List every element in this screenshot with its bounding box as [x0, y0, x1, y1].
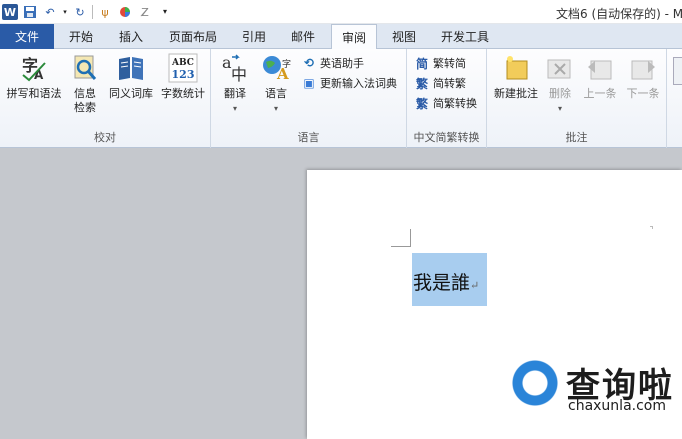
word-count-button[interactable]: ABC 123 字数统计	[158, 53, 208, 101]
word-count-label: 字数统计	[161, 87, 205, 100]
separator	[92, 5, 93, 19]
color-wheel-icon[interactable]	[117, 4, 133, 20]
chinese-conversion-label: 简繁转换	[433, 97, 477, 110]
previous-comment-label: 上一条	[583, 87, 617, 100]
watermark-logo-icon	[510, 358, 560, 408]
redo-icon[interactable]: ↻	[72, 4, 88, 20]
watermark-url: chaxunla.com	[568, 398, 666, 414]
thesaurus-label: 同义词库	[109, 87, 153, 100]
crop-mark-vertical	[410, 229, 411, 247]
language-button[interactable]: A字 语言 ▾	[257, 53, 295, 116]
translate-label: 翻译	[224, 87, 246, 100]
tab-references[interactable]: 引用	[236, 24, 272, 49]
quick-access-toolbar: W ↶ ▾ ↻ ψ Z̸ ▾	[2, 3, 173, 21]
previous-comment-icon	[585, 53, 615, 83]
thesaurus-book-icon	[116, 53, 146, 83]
english-assistant-button[interactable]: ⟲ 英语助手	[301, 55, 364, 71]
next-comment-icon	[628, 53, 658, 83]
language-group-label: 语言	[297, 131, 320, 144]
comments-group-label: 批注	[565, 131, 588, 144]
svg-text:中: 中	[231, 65, 247, 83]
simplified-to-traditional-label: 简转繁	[433, 77, 466, 90]
translate-dropdown-icon[interactable]: ▾	[233, 102, 237, 116]
delete-comment-label: 删除	[549, 87, 571, 100]
globe-icon: A字	[261, 53, 291, 83]
english-assistant-label: 英语助手	[320, 57, 364, 70]
next-comment-button[interactable]: 下一条	[623, 53, 663, 101]
clear-format-icon[interactable]: Z̸	[137, 4, 153, 20]
word-count-icon: ABC 123	[168, 53, 198, 83]
traditional-icon: 繁	[415, 76, 428, 91]
group-comments: 新建批注 删除 ▾ 上一条 下一条 批注	[487, 49, 667, 148]
research-icon	[70, 53, 100, 83]
delete-comment-icon	[545, 53, 575, 83]
title-bar: W ↶ ▾ ↻ ψ Z̸ ▾ 文档6 (自动保存的) - Mi	[0, 0, 682, 24]
customize-toolbar-icon[interactable]: ▾	[157, 4, 173, 20]
traditional-to-simplified-label: 繁转简	[433, 57, 466, 70]
research-button[interactable]: 信息 检索	[68, 53, 102, 115]
update-ime-dictionary-button[interactable]: ▣ 更新输入法词典	[301, 75, 397, 91]
document-text[interactable]: 我是誰↵	[413, 268, 479, 295]
language-dropdown-icon[interactable]: ▾	[274, 102, 278, 116]
svg-text:ABC: ABC	[171, 58, 194, 68]
update-ime-label: 更新输入法词典	[320, 77, 397, 90]
tab-mailings[interactable]: 邮件	[284, 24, 322, 49]
group-language: a中 翻译 ▾ A字 语言 ▾ ⟲ 英语助手 ▣ 更新输入法词典 语言	[211, 49, 407, 148]
translate-icon: a中	[220, 53, 250, 83]
research-label-2: 检索	[74, 101, 96, 114]
new-comment-button[interactable]: 新建批注	[491, 53, 541, 101]
research-label-1: 信息	[74, 87, 96, 100]
tab-insert[interactable]: 插入	[112, 24, 150, 49]
chinese-conversion-group-label: 中文简繁转换	[413, 131, 480, 144]
simplified-to-traditional-button[interactable]: 繁 简转繁	[414, 75, 466, 91]
tab-review[interactable]: 审阅	[331, 24, 377, 50]
selected-text[interactable]: 我是誰	[413, 272, 470, 294]
simplified-icon: 简	[415, 56, 428, 71]
proofing-group-label: 校对	[94, 131, 116, 144]
tab-file[interactable]: 文件	[0, 24, 54, 49]
language-label: 语言	[265, 87, 287, 100]
delete-dropdown-icon[interactable]: ▾	[558, 102, 562, 116]
undo-icon[interactable]: ↶	[42, 4, 58, 20]
group-proofing: 字A 拼写和语法 信息 检索 同义词库 ABC 123 字数统计 校对	[0, 49, 211, 148]
undo-dropdown-icon[interactable]: ▾	[62, 4, 68, 20]
tab-page-layout[interactable]: 页面布局	[162, 24, 224, 49]
save-icon[interactable]	[22, 4, 38, 20]
svg-text:123: 123	[172, 68, 195, 81]
conversion-icon: 繁	[415, 96, 428, 111]
crop-mark-corner	[650, 226, 653, 229]
english-assistant-icon: ⟲	[303, 56, 315, 70]
spelling-grammar-label: 拼写和语法	[6, 87, 62, 100]
previous-comment-button[interactable]: 上一条	[580, 53, 620, 101]
update-ime-icon: ▣	[303, 76, 315, 90]
delete-comment-button[interactable]: 删除 ▾	[545, 53, 575, 116]
tab-view[interactable]: 视图	[386, 24, 422, 49]
spelling-icon: 字A	[19, 53, 49, 83]
thesaurus-button[interactable]: 同义词库	[106, 53, 156, 101]
crop-mark-horizontal	[391, 246, 410, 247]
tab-developer[interactable]: 开发工具	[434, 24, 496, 49]
paragraph-mark-icon: ↵	[470, 279, 480, 292]
window-title: 文档6 (自动保存的) - Mi	[556, 7, 682, 21]
tab-home[interactable]: 开始	[62, 24, 100, 49]
track-changes-icon[interactable]	[673, 57, 682, 85]
next-comment-label: 下一条	[626, 87, 660, 100]
svg-text:字: 字	[282, 58, 291, 70]
ribbon: 字A 拼写和语法 信息 检索 同义词库 ABC 123 字数统计 校对 a 中 …	[0, 49, 682, 148]
new-comment-icon	[501, 53, 531, 83]
spelling-grammar-button[interactable]: 字A 拼写和语法	[4, 53, 64, 101]
new-comment-label: 新建批注	[494, 87, 538, 100]
chinese-conversion-button[interactable]: 繁 简繁转换	[414, 95, 477, 111]
translate-button[interactable]: a中 翻译 ▾	[217, 53, 253, 116]
group-tracking-partial	[667, 49, 682, 148]
format-painter-icon[interactable]: ψ	[97, 4, 113, 20]
word-logo-icon[interactable]: W	[2, 4, 18, 20]
traditional-to-simplified-button[interactable]: 简 繁转简	[414, 55, 466, 71]
ribbon-tabs: 文件 开始 插入 页面布局 引用 邮件 审阅 视图 开发工具	[0, 24, 682, 50]
group-chinese-conversion: 简 繁转简 繁 简转繁 繁 简繁转换 中文简繁转换	[407, 49, 487, 148]
